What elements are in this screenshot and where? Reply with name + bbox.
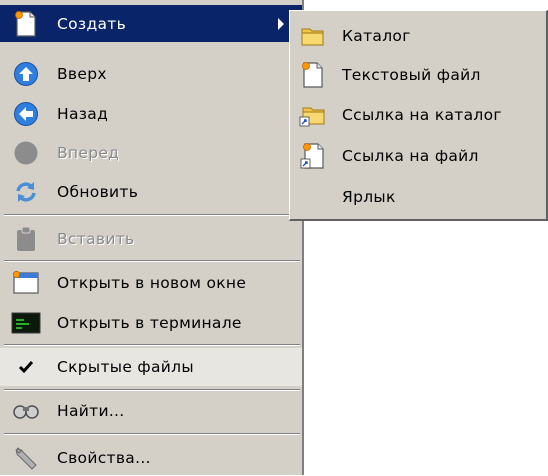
checkmark-icon <box>11 352 41 382</box>
submenu-arrow-icon <box>278 17 284 30</box>
menu-separator <box>4 389 300 391</box>
text-file-icon <box>298 60 328 90</box>
submenu-item-label: Ярлык <box>342 188 396 206</box>
menu-item-label: Вставить <box>57 230 135 248</box>
menu-item-label: Скрытые файлы <box>57 358 194 376</box>
submenu-item-label: Ссылка на каталог <box>342 106 502 124</box>
menu-item-forward: Вперед <box>0 135 302 171</box>
menu-item-back[interactable]: Назад <box>0 96 302 132</box>
menu-item-find[interactable]: Найти... <box>0 393 302 429</box>
paste-icon <box>11 224 41 254</box>
menu-item-create[interactable]: Создать <box>0 5 302 42</box>
menu-item-label: Найти... <box>57 402 125 420</box>
file-link-icon <box>298 141 328 171</box>
context-menu: Создать Вверх Назад Вперед Обновить Вста… <box>0 0 304 475</box>
menu-separator <box>4 260 300 262</box>
menu-separator <box>4 433 300 435</box>
menu-item-paste: Вставить <box>0 221 302 257</box>
menu-item-open-terminal[interactable]: Открыть в терминале <box>0 305 302 341</box>
submenu-item-label: Каталог <box>342 27 411 45</box>
up-arrow-icon <box>11 59 41 89</box>
submenu-item-label: Текстовый файл <box>342 66 481 84</box>
menu-item-label: Вперед <box>57 144 120 162</box>
menu-item-label: Создать <box>57 14 127 33</box>
menu-item-up[interactable]: Вверх <box>0 56 302 92</box>
submenu-item-shortcut[interactable]: Ярлык <box>290 177 546 217</box>
wrench-icon <box>11 443 41 473</box>
menu-item-open-new-window[interactable]: Открыть в новом окне <box>0 265 302 301</box>
menu-item-label: Открыть в терминале <box>57 314 242 332</box>
menu-item-label: Назад <box>57 105 109 123</box>
submenu-item-folder[interactable]: Каталог <box>290 16 546 56</box>
menu-item-label: Обновить <box>57 183 139 201</box>
refresh-icon <box>11 177 41 207</box>
submenu-item-folder-link[interactable]: Ссылка на каталог <box>290 95 546 135</box>
menu-item-properties[interactable]: Свойства... <box>0 440 302 476</box>
submenu-item-text-file[interactable]: Текстовый файл <box>290 55 546 95</box>
menu-separator <box>4 214 300 216</box>
terminal-icon <box>11 308 41 338</box>
menu-item-label: Вверх <box>57 65 107 83</box>
folder-icon <box>298 21 328 51</box>
menu-separator <box>4 344 300 346</box>
submenu-item-label: Ссылка на файл <box>342 147 479 165</box>
menu-item-label: Свойства... <box>57 449 151 467</box>
back-arrow-icon <box>11 99 41 129</box>
create-submenu: Каталог Текстовый файл Ссылка на каталог <box>289 10 548 221</box>
menu-item-refresh[interactable]: Обновить <box>0 174 302 210</box>
binoculars-icon <box>11 396 41 426</box>
new-window-icon <box>11 268 41 298</box>
menu-item-label: Открыть в новом окне <box>57 274 247 292</box>
new-file-icon <box>11 9 41 39</box>
folder-link-icon <box>298 100 328 130</box>
forward-arrow-icon <box>11 138 41 168</box>
submenu-item-file-link[interactable]: Ссылка на файл <box>290 136 546 176</box>
menu-item-hidden-files[interactable]: Скрытые файлы <box>0 348 302 386</box>
